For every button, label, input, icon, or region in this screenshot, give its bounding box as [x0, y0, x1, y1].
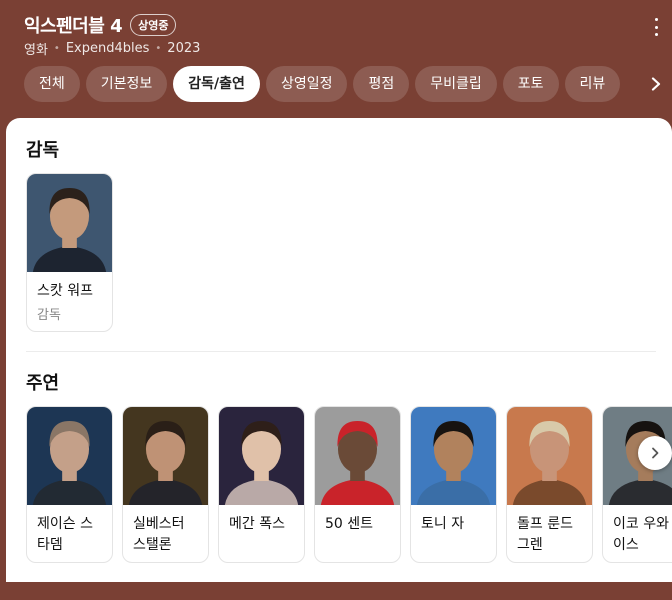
- tab-4[interactable]: 평점: [353, 66, 410, 102]
- cast-card[interactable]: 돌프 룬드그렌: [506, 406, 593, 563]
- person-name: 메간 폭스: [229, 516, 285, 532]
- cast-card[interactable]: 제이슨 스타뎀: [26, 406, 113, 563]
- tab-bar: 전체 기본정보 감독/출연 상영일정 평점 무비클립 포토 리뷰: [24, 66, 644, 102]
- release-year: 2023: [167, 41, 201, 56]
- separator-dot: •: [155, 43, 162, 54]
- separator-dot: •: [53, 43, 60, 54]
- original-title: Expend4bles: [65, 41, 150, 56]
- person-role: 감독: [37, 308, 61, 323]
- cast-card[interactable]: 실베스터 스탤론: [122, 406, 209, 563]
- cast-section-title: 주연: [26, 373, 60, 394]
- person-photo: [315, 407, 400, 505]
- person-photo: [27, 174, 112, 272]
- movie-type: 영화: [24, 43, 48, 58]
- movie-header: 익스펜더블 4 상영중 영화 • Expend4bles • 2023 전체 기본…: [0, 0, 672, 130]
- cast-list: 제이슨 스타뎀 실베스터 스탤론 메간 폭스 50 센트 토니 자 돌프 룬드그렌 이코 우…: [26, 406, 672, 566]
- tab-7[interactable]: 리뷰: [564, 66, 621, 102]
- tab-2[interactable]: 감독/출연: [173, 66, 260, 102]
- tabs-next-button[interactable]: [640, 66, 672, 102]
- person-photo: [507, 407, 592, 505]
- cast-card[interactable]: 토니 자: [410, 406, 497, 563]
- chevron-right-icon: [651, 77, 661, 91]
- section-divider: [26, 351, 656, 352]
- movie-title[interactable]: 익스펜더블 4: [24, 12, 123, 38]
- person-photo: [219, 407, 304, 505]
- cast-card[interactable]: 50 센트: [314, 406, 401, 563]
- person-name: 토니 자: [421, 516, 465, 532]
- person-photo: [123, 407, 208, 505]
- tab-3[interactable]: 상영일정: [265, 66, 348, 102]
- person-name: 돌프 룬드그렌: [517, 516, 573, 553]
- chevron-right-icon: [652, 447, 659, 459]
- title-row: 익스펜더블 4 상영중: [24, 12, 177, 38]
- person-name: 실베스터 스탤론: [133, 516, 185, 553]
- cast-card[interactable]: 메간 폭스: [218, 406, 305, 563]
- tab-6[interactable]: 포토: [502, 66, 559, 102]
- director-card[interactable]: 스캇 워프감독: [26, 173, 113, 332]
- director-section-title: 감독: [26, 140, 60, 161]
- tab-5[interactable]: 무비클립: [415, 66, 497, 102]
- credits-card: 감독 스캇 워프 감독 주연 제이슨 스타뎀 실베스터 스탤론 메간 폭스 50 센트 토…: [6, 118, 672, 582]
- person-name: 50 센트: [325, 516, 374, 532]
- person-name: 스캇 워프: [37, 283, 93, 299]
- person-name: 이코 우와이스: [613, 516, 669, 553]
- more-options-icon[interactable]: [650, 18, 662, 36]
- person-photo: [411, 407, 496, 505]
- person-photo: [27, 407, 112, 505]
- cast-next-button[interactable]: [638, 436, 672, 470]
- movie-meta: 영화 • Expend4bles • 2023: [24, 39, 200, 58]
- cast-card[interactable]: 이코 우와이스: [602, 406, 672, 563]
- tab-0[interactable]: 전체: [24, 66, 80, 102]
- tab-1[interactable]: 기본정보: [85, 66, 168, 102]
- person-name: 제이슨 스타뎀: [37, 516, 93, 553]
- status-badge: 상영중: [130, 14, 177, 36]
